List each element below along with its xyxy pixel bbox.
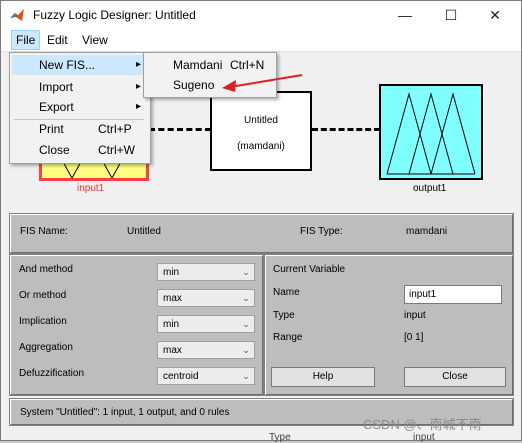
fis-type-value: mamdani xyxy=(406,226,448,237)
close-window-icon[interactable]: ✕ xyxy=(475,1,515,29)
menu-mamdani-label: Mamdani xyxy=(173,58,223,72)
or-method-value: max xyxy=(163,293,182,304)
chevron-down-icon: ⌄ xyxy=(242,319,250,329)
fis-type-label: FIS Type: xyxy=(300,226,343,237)
methods-panel: And method min ⌄ Or method max ⌄ Implica… xyxy=(9,254,264,396)
output-connector xyxy=(312,128,380,131)
output-membership-plot xyxy=(386,92,476,175)
variable-name-label: Name xyxy=(273,287,300,298)
window-title: Fuzzy Logic Designer: Untitled xyxy=(33,8,196,22)
menu-export-label: Export xyxy=(39,100,74,114)
fis-name-label: FIS Name: xyxy=(20,226,68,237)
chevron-down-icon: ⌄ xyxy=(242,267,250,277)
menu-sugeno-label: Sugeno xyxy=(173,78,215,92)
matlab-icon xyxy=(10,9,24,21)
input-label: input1 xyxy=(77,183,105,194)
chevron-down-icon: ⌄ xyxy=(242,345,250,355)
menu-edit[interactable]: Edit xyxy=(43,31,72,49)
menu-new-fis[interactable]: New FIS... ▸ xyxy=(12,55,146,75)
file-menu: New FIS... ▸ Import ▸ Export ▸ Print Ctr… xyxy=(9,52,151,164)
status-text: System "Untitled": 1 input, 1 output, an… xyxy=(20,407,230,418)
menu-close-shortcut: Ctrl+W xyxy=(98,143,135,157)
or-method-label: Or method xyxy=(19,290,67,301)
current-variable-panel: Current Variable Name input1 Type input … xyxy=(264,254,514,396)
menu-close-label: Close xyxy=(39,143,70,157)
menu-view[interactable]: View xyxy=(78,31,112,49)
defuzzification-dropdown[interactable]: centroid ⌄ xyxy=(157,367,255,385)
minimize-icon[interactable]: — xyxy=(385,1,425,29)
fis-block-name: Untitled xyxy=(244,115,278,126)
watermark-text: CSDN @、南城不南 xyxy=(363,417,482,432)
fis-block[interactable]: Untitled (mamdani) xyxy=(210,91,312,171)
variable-range-label: Range xyxy=(273,332,303,343)
input-connector xyxy=(149,128,211,131)
submenu-arrow-icon: ▸ xyxy=(136,101,142,112)
output-variable-block[interactable] xyxy=(379,84,483,180)
or-method-dropdown[interactable]: max ⌄ xyxy=(157,289,255,307)
implication-label: Implication xyxy=(19,316,67,327)
implication-dropdown[interactable]: min ⌄ xyxy=(157,315,255,333)
menu-print-shortcut: Ctrl+P xyxy=(98,122,132,136)
variable-name-value: input1 xyxy=(409,289,437,300)
aggregation-label: Aggregation xyxy=(19,342,73,353)
and-method-value: min xyxy=(163,267,180,278)
aggregation-dropdown[interactable]: max ⌄ xyxy=(157,341,255,359)
close-button[interactable]: Close xyxy=(404,367,506,387)
menu-new-fis-label: New FIS... xyxy=(39,58,96,72)
variable-type-value: input xyxy=(404,310,426,321)
defuzzification-value: centroid xyxy=(163,371,199,382)
implication-value: min xyxy=(163,319,180,330)
submenu-arrow-icon: ▸ xyxy=(136,81,142,92)
menu-export[interactable]: Export ▸ xyxy=(12,97,146,117)
title-bar: Fuzzy Logic Designer: Untitled — ☐ ✕ xyxy=(1,1,521,29)
fis-info-panel: FIS Name: Untitled FIS Type: mamdani xyxy=(9,213,514,254)
menu-import[interactable]: Import ▸ xyxy=(12,77,146,97)
chevron-down-icon: ⌄ xyxy=(242,371,250,381)
menu-file[interactable]: File xyxy=(11,30,41,50)
aggregation-value: max xyxy=(163,345,182,356)
submenu-arrow-icon: ▸ xyxy=(136,59,142,70)
current-variable-heading: Current Variable xyxy=(273,264,346,275)
variable-range-value: [0 1] xyxy=(404,332,424,343)
app-window: Fuzzy Logic Designer: Untitled — ☐ ✕ Fil… xyxy=(0,0,522,443)
menu-import-label: Import xyxy=(39,80,74,94)
and-method-dropdown[interactable]: min ⌄ xyxy=(157,263,255,281)
chevron-down-icon: ⌄ xyxy=(242,293,250,303)
annotation-arrow-icon xyxy=(222,74,303,92)
menu-print-label: Print xyxy=(39,122,64,136)
defuzzification-label: Defuzzification xyxy=(19,368,85,379)
fis-name-value: Untitled xyxy=(127,226,161,237)
menu-bar: File Edit View xyxy=(1,29,521,52)
background-type-value: input xyxy=(413,432,435,443)
maximize-icon[interactable]: ☐ xyxy=(431,1,471,29)
menu-close[interactable]: Close Ctrl+W xyxy=(12,140,146,160)
output-label: output1 xyxy=(413,183,447,194)
help-button[interactable]: Help xyxy=(271,367,375,387)
variable-name-input[interactable]: input1 xyxy=(404,285,502,304)
and-method-label: And method xyxy=(19,264,73,275)
variable-type-label: Type xyxy=(273,310,295,321)
fis-block-type: (mamdani) xyxy=(237,141,285,152)
background-type-label: Type xyxy=(269,432,291,443)
menu-print[interactable]: Print Ctrl+P xyxy=(12,119,146,139)
